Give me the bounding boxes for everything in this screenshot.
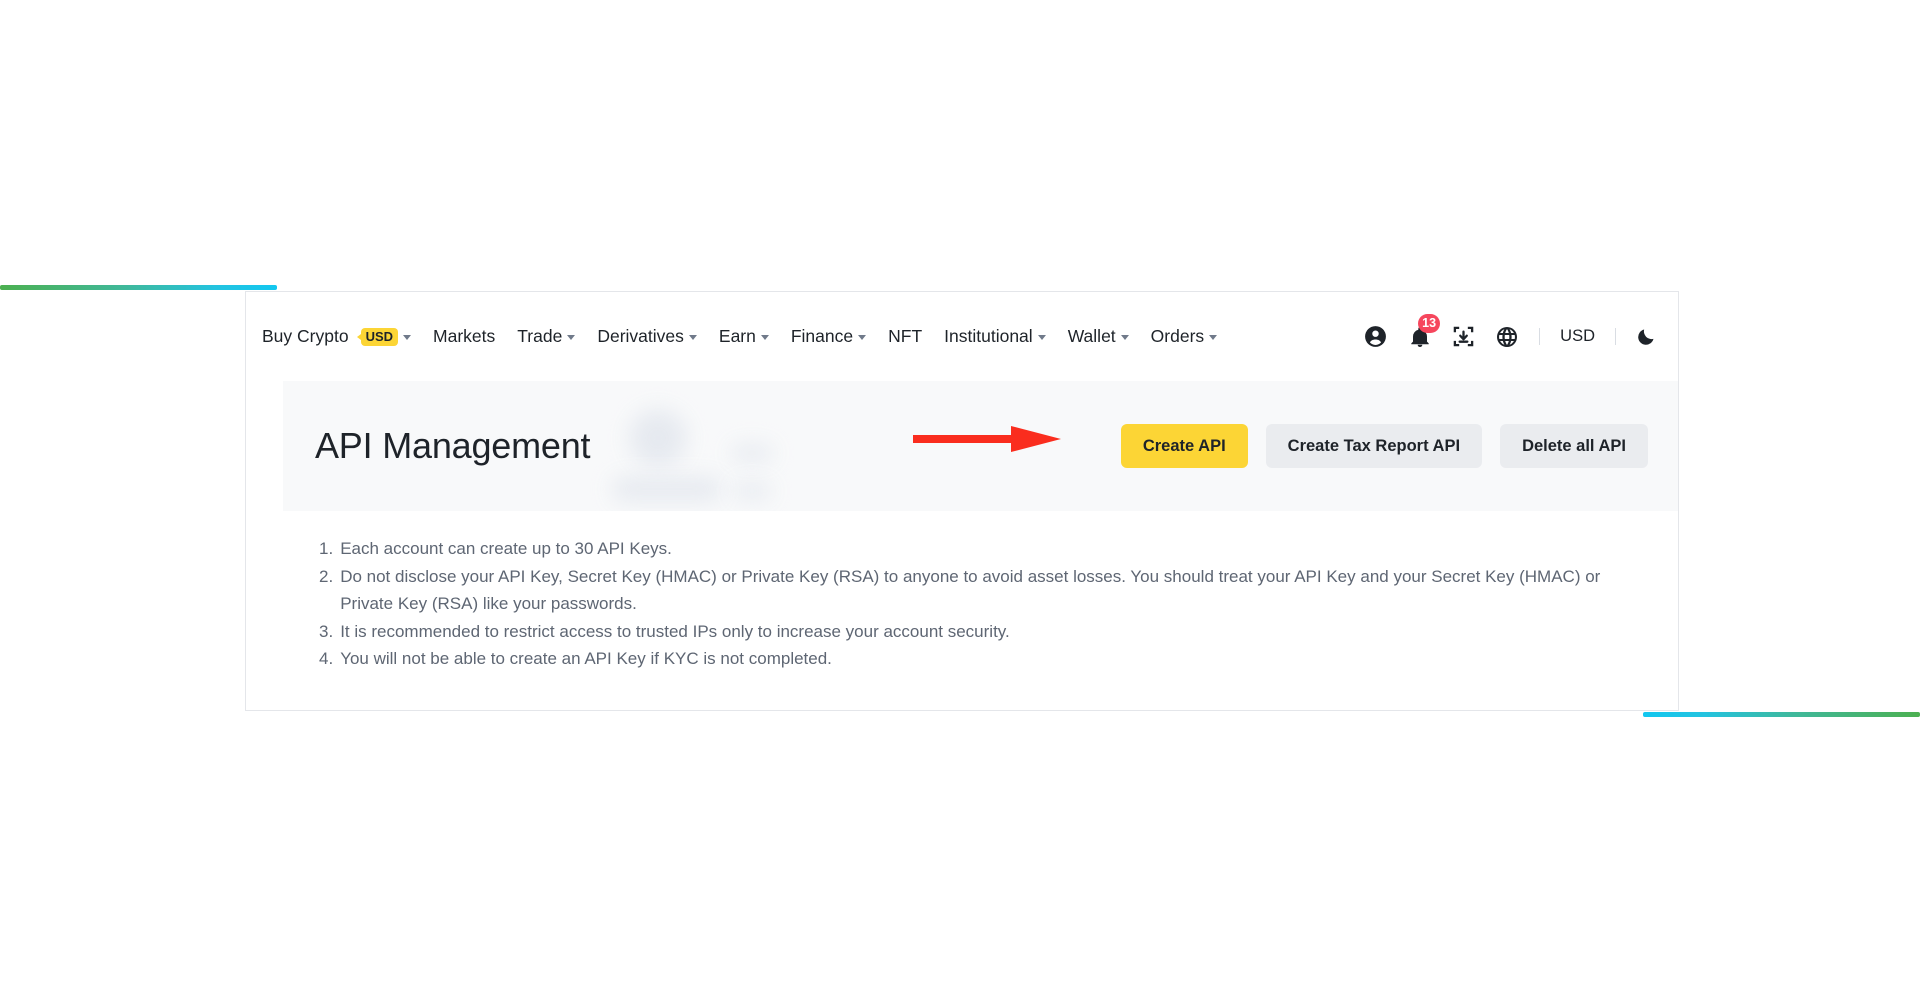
list-item-text: It is recommended to restrict access to …: [340, 621, 1010, 641]
nav-primary-links: Buy Crypto USD Markets Trade Derivatives…: [262, 325, 1363, 346]
list-item-number: 4.: [319, 649, 334, 669]
list-item: 1. Each account can create up to 30 API …: [319, 535, 1638, 563]
user-circle-icon[interactable]: [1363, 324, 1388, 349]
create-tax-report-api-button[interactable]: Create Tax Report API: [1265, 424, 1483, 468]
page-title: API Management: [315, 425, 591, 466]
download-box-icon[interactable]: [1452, 325, 1475, 348]
nav-nft[interactable]: NFT: [888, 325, 923, 346]
moon-icon[interactable]: [1636, 327, 1656, 347]
chevron-down-icon: [1037, 335, 1046, 340]
redacted-detail-line: [731, 445, 773, 461]
nav-buy-crypto[interactable]: Buy Crypto USD: [262, 325, 412, 346]
nav-orders-label: Orders: [1150, 325, 1205, 346]
create-api-button[interactable]: Create API: [1120, 424, 1248, 468]
nav-currency-selector[interactable]: USD: [1560, 328, 1595, 345]
top-navigation-bar: Buy Crypto USD Markets Trade Derivatives…: [246, 292, 1678, 381]
nav-trade[interactable]: Trade: [517, 325, 576, 346]
nav-earn-label: Earn: [718, 325, 756, 346]
page-header-band: API Management Create API Create Tax Rep…: [283, 381, 1678, 511]
nav-buy-crypto-currency-chip[interactable]: USD: [356, 327, 399, 346]
nav-markets-label: Markets: [433, 325, 496, 346]
list-item: 4. You will not be able to create an API…: [319, 645, 1638, 673]
delete-all-api-button[interactable]: Delete all API: [1500, 424, 1648, 468]
nav-institutional-label: Institutional: [944, 325, 1033, 346]
chevron-down-icon: [688, 335, 697, 340]
redacted-detail-line: [733, 483, 771, 499]
chevron-down-icon: [403, 335, 412, 340]
nav-wallet-label: Wallet: [1067, 325, 1116, 346]
nav-buy-crypto-label: Buy Crypto: [262, 325, 349, 346]
nav-trade-label: Trade: [517, 325, 563, 346]
nav-finance-label: Finance: [790, 325, 854, 346]
decorative-gradient-rule-bottom: [1643, 712, 1920, 717]
decorative-gradient-rule-top: [0, 285, 277, 290]
nav-markets[interactable]: Markets: [433, 325, 496, 346]
header-action-buttons: Create API Create Tax Report API Delete …: [1120, 424, 1648, 468]
list-item-text: Do not disclose your API Key, Secret Key…: [340, 566, 1601, 614]
list-item: 3. It is recommended to restrict access …: [319, 618, 1638, 646]
nav-derivatives-label: Derivatives: [597, 325, 684, 346]
chevron-down-icon: [1209, 335, 1218, 340]
avatar: [629, 409, 687, 467]
nav-finance[interactable]: Finance: [790, 325, 867, 346]
nav-orders[interactable]: Orders: [1150, 325, 1218, 346]
globe-icon[interactable]: [1495, 325, 1519, 349]
list-item-number: 2.: [319, 566, 334, 586]
nav-divider: [1615, 328, 1616, 345]
chevron-down-icon: [567, 335, 576, 340]
notification-count-badge: 13: [1418, 313, 1441, 333]
nav-utility-icons: 13 USD: [1363, 313, 1662, 349]
list-item-text: Each account can create up to 30 API Key…: [340, 539, 672, 558]
nav-wallet[interactable]: Wallet: [1067, 325, 1129, 346]
chevron-down-icon: [760, 335, 769, 340]
nav-nft-label: NFT: [888, 325, 923, 346]
list-item: 2. Do not disclose your API Key, Secret …: [319, 563, 1638, 618]
bell-icon[interactable]: 13: [1408, 313, 1441, 349]
list-item-text: You will not be able to create an API Ke…: [340, 649, 832, 669]
redacted-username: [613, 477, 721, 501]
nav-institutional[interactable]: Institutional: [944, 325, 1046, 346]
nav-derivatives[interactable]: Derivatives: [597, 325, 697, 346]
chevron-down-icon: [858, 335, 867, 340]
nav-earn[interactable]: Earn: [718, 325, 769, 346]
list-item-number: 3.: [319, 621, 334, 641]
api-notes-list: 1. Each account can create up to 30 API …: [283, 511, 1678, 710]
list-item-number: 1.: [319, 539, 334, 558]
app-window: Buy Crypto USD Markets Trade Derivatives…: [245, 291, 1679, 711]
redacted-user-info: [613, 403, 813, 511]
chevron-down-icon: [1120, 335, 1129, 340]
nav-divider: [1539, 328, 1541, 345]
